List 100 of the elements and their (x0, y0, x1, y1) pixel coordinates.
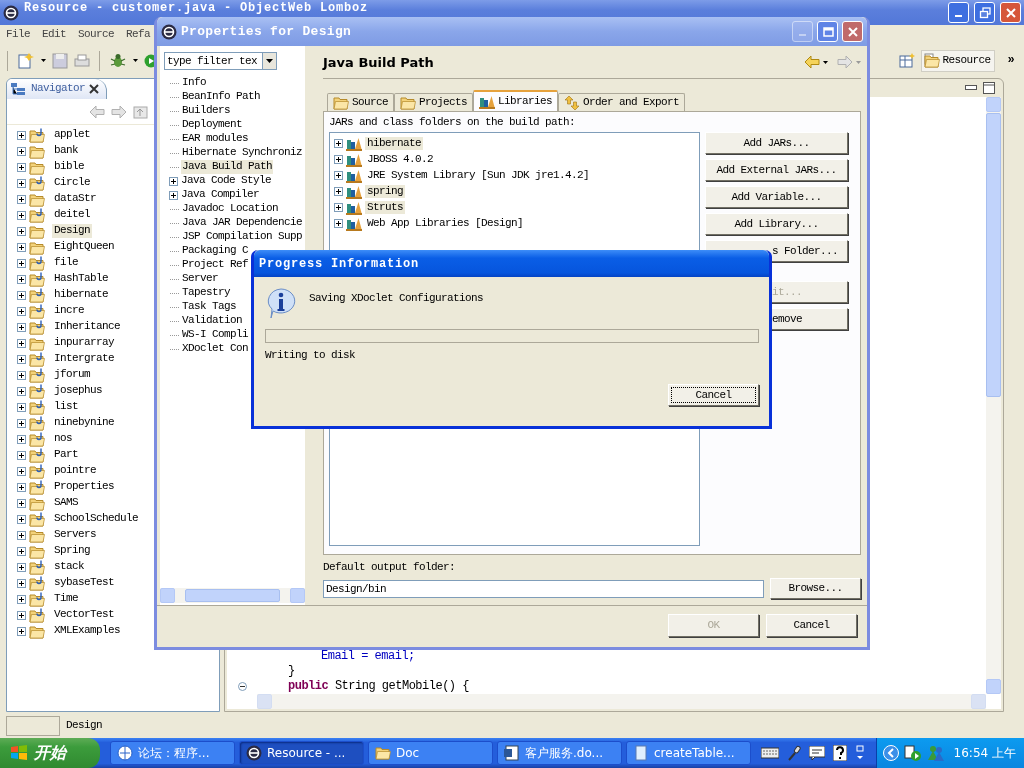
navigator-item[interactable]: Intergrate (52, 352, 116, 366)
taskbar-button[interactable]: createTable... (626, 741, 751, 765)
expand-icon[interactable] (17, 514, 26, 524)
expand-icon[interactable] (17, 210, 26, 220)
navigator-item[interactable]: VectorTest (52, 608, 116, 622)
expand-icon[interactable] (17, 386, 26, 396)
menu-item[interactable]: Edit (42, 28, 67, 42)
navigator-item[interactable]: hibernate (52, 288, 110, 302)
tree-item[interactable]: Javadoc Location (181, 202, 280, 216)
expand-icon[interactable] (17, 418, 26, 428)
tree-item[interactable]: Project Ref (181, 258, 249, 272)
navigator-item[interactable]: josephus (52, 384, 104, 398)
close-button[interactable] (1000, 2, 1021, 23)
navigator-item[interactable]: stack (52, 560, 86, 574)
expand-icon[interactable] (17, 450, 26, 460)
navigator-item[interactable]: nos (52, 432, 74, 446)
navigator-item[interactable]: bible (52, 160, 86, 174)
tab[interactable]: Projects (394, 93, 474, 111)
navigator-item[interactable]: EightQueen (52, 240, 116, 254)
navigator-item[interactable]: Time (52, 592, 80, 606)
navigator-item[interactable]: SchoolSchedule (52, 512, 140, 526)
tree-item[interactable]: Server (181, 272, 219, 286)
tree-item[interactable]: Hibernate Synchroniz (181, 146, 304, 160)
menu-item[interactable]: Source (78, 28, 115, 42)
expand-icon[interactable] (17, 162, 26, 172)
navigator-item[interactable]: Properties (52, 480, 116, 494)
restore-button[interactable] (974, 2, 995, 23)
tree-item[interactable]: Java JAR Dependencie (181, 216, 304, 230)
expand-icon[interactable] (17, 434, 26, 444)
library-item[interactable]: JRE System Library [Sun JDK jre1.4.2] (365, 168, 592, 182)
filter-field[interactable]: type filter tex (164, 52, 262, 70)
expand-icon[interactable] (17, 530, 26, 540)
expand-icon[interactable] (17, 338, 26, 348)
maximize-icon[interactable] (983, 82, 995, 94)
tree-item[interactable]: Packaging C (181, 244, 249, 258)
tree-item[interactable]: Java Build Path (181, 160, 274, 174)
horizontal-scrollbar[interactable] (257, 694, 986, 709)
taskbar-button[interactable]: Resource - ... (239, 741, 364, 765)
browse-button[interactable]: Browse... (770, 578, 861, 600)
expand-icon[interactable] (334, 186, 343, 196)
navigator-item[interactable]: jforum (52, 368, 92, 382)
collapse-icon[interactable] (237, 682, 247, 691)
taskbar-button[interactable]: Doc (368, 741, 493, 765)
action-button[interactable]: Add Variable... (705, 186, 848, 209)
tree-item[interactable]: BeanInfo Path (181, 90, 261, 104)
expand-icon[interactable] (17, 482, 26, 492)
expand-icon[interactable] (17, 242, 26, 252)
navigator-item[interactable]: Part (52, 448, 80, 462)
start-button[interactable]: 开始 (0, 738, 100, 768)
bug-icon[interactable] (109, 51, 127, 70)
vertical-scrollbar[interactable] (986, 97, 1001, 694)
microphone-icon[interactable] (787, 745, 801, 761)
help-icon[interactable] (833, 745, 847, 761)
horizontal-scrollbar[interactable] (160, 588, 305, 603)
tree-item[interactable]: Java Code Style (180, 174, 273, 188)
expand-icon[interactable] (17, 178, 26, 188)
expand-icon[interactable] (334, 218, 343, 228)
expand-icon[interactable] (17, 258, 26, 268)
dropdown-caret-icon[interactable] (41, 59, 46, 62)
taskbar-button[interactable]: 客户服务.do... (497, 741, 622, 765)
more-perspectives[interactable]: » (1007, 53, 1014, 68)
close-icon[interactable] (89, 84, 99, 94)
expand-icon[interactable] (334, 154, 343, 164)
tree-item[interactable]: EAR modules (181, 132, 249, 146)
restore-icon[interactable] (855, 745, 865, 761)
output-folder-field[interactable]: Design/bin (323, 579, 764, 598)
expand-icon[interactable] (17, 322, 26, 332)
expand-icon[interactable] (169, 176, 178, 186)
menu-item[interactable]: Refa (126, 28, 151, 42)
navigator-item[interactable]: SAMS (52, 496, 80, 510)
dropdown-button[interactable] (262, 52, 277, 70)
action-button[interactable]: Add JARs... (705, 132, 848, 155)
minimize-button[interactable] (948, 2, 969, 23)
menu-item[interactable]: File (6, 28, 30, 42)
expand-icon[interactable] (17, 498, 26, 508)
expand-icon[interactable] (17, 194, 26, 204)
navigator-item[interactable]: pointre (52, 464, 98, 478)
tab[interactable]: Source (327, 93, 394, 111)
navigator-item[interactable]: HashTable (52, 272, 110, 286)
expand-icon[interactable] (17, 594, 26, 604)
library-item[interactable]: spring (365, 184, 405, 198)
expand-icon[interactable] (17, 370, 26, 380)
speech-bubble-icon[interactable] (809, 746, 825, 760)
expand-icon[interactable] (17, 610, 26, 620)
navigator-item[interactable]: XMLExamples (52, 624, 122, 638)
expand-icon[interactable] (17, 146, 26, 156)
tree-item[interactable]: Builders (181, 104, 231, 118)
minimize-icon[interactable] (965, 85, 977, 91)
navigator-item[interactable]: list (52, 400, 80, 414)
tree-item[interactable]: Deployment (181, 118, 243, 132)
back-button[interactable] (804, 55, 828, 69)
maximize-button[interactable] (817, 21, 838, 42)
tree-item[interactable]: Task Tags (181, 300, 237, 314)
library-item[interactable]: Web App Libraries [Design] (365, 216, 526, 230)
library-item[interactable]: hibernate (365, 136, 423, 150)
library-item[interactable]: JBOSS 4.0.2 (365, 152, 435, 166)
expand-icon[interactable] (17, 402, 26, 412)
taskbar-button[interactable]: 论坛：程序... (110, 741, 235, 765)
navigator-item[interactable]: Servers (52, 528, 98, 542)
open-perspective-icon[interactable] (899, 52, 916, 69)
